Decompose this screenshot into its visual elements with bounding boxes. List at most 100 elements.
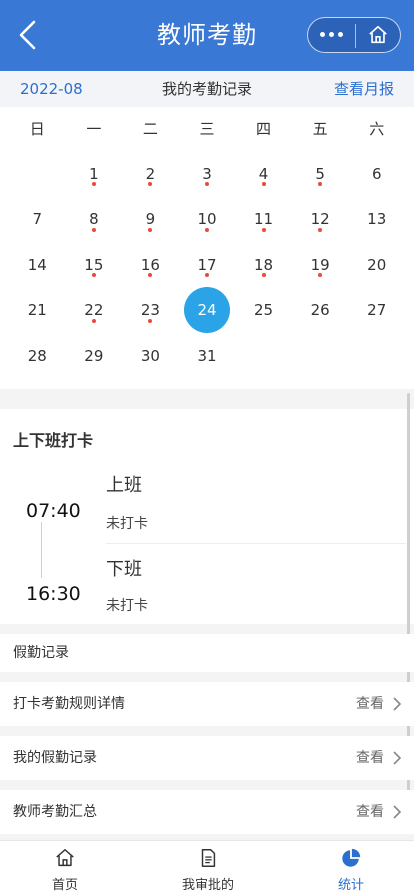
pie-chart-icon (342, 848, 361, 867)
calendar-day[interactable]: 2 (122, 151, 179, 197)
empty-day-cell (9, 151, 66, 197)
calendar-day[interactable]: 14 (9, 242, 66, 288)
calendar-day[interactable]: 8 (66, 197, 123, 243)
calendar-day[interactable]: 28 (9, 333, 66, 379)
calendar-day[interactable]: 25 (235, 288, 292, 334)
day-number: 23 (140, 301, 160, 320)
weekday-label: 五 (312, 120, 328, 138)
calendar-day[interactable]: 17 (179, 242, 236, 288)
calendar-day[interactable]: 1 (66, 151, 123, 197)
calendar-day[interactable]: 27 (348, 288, 405, 334)
calendar-day[interactable]: 7 (9, 197, 66, 243)
day-number: 30 (140, 346, 160, 365)
day-number: 25 (254, 301, 274, 320)
day-number: 28 (27, 346, 47, 365)
day-number: 21 (27, 301, 47, 320)
my-leave-records-row[interactable]: 我的假勤记录 查看 (0, 736, 414, 780)
day-number: 19 (310, 255, 330, 274)
chevron-right-icon (393, 751, 402, 765)
calendar-day[interactable]: 3 (179, 151, 236, 197)
day-number: 31 (197, 346, 217, 365)
tab-statistics[interactable]: 统计 (291, 841, 411, 896)
weekday-label: 日 (29, 120, 45, 138)
calendar-day[interactable]: 10 (179, 197, 236, 243)
calendar-day[interactable]: 4 (235, 151, 292, 197)
calendar-day[interactable]: 21 (9, 288, 66, 334)
rules-detail-row[interactable]: 打卡考勤规则详情 查看 (0, 682, 414, 726)
calendar-day[interactable]: 23 (122, 288, 179, 334)
day-number: 10 (197, 210, 217, 229)
day-number: 27 (367, 301, 387, 320)
calendar-day[interactable]: 6 (348, 151, 405, 197)
calendar-day[interactable]: 12 (292, 197, 349, 243)
day-number: 4 (258, 164, 269, 183)
day-number: 2 (145, 164, 156, 183)
clock-out-label: 下班 (106, 559, 142, 580)
day-number: 16 (140, 255, 160, 274)
day-number: 26 (310, 301, 330, 320)
calendar-day[interactable]: 19 (292, 242, 349, 288)
day-number: 5 (315, 164, 325, 183)
calendar-days-grid: 1 2 3 4 5 6 7 8 9 10 11 12 13 14 15 16 17 18 19 20 21 22 23 24 2… (9, 151, 405, 379)
document-icon (201, 849, 216, 867)
home-icon (369, 25, 387, 43)
calendar-day[interactable]: 31 (179, 333, 236, 379)
calendar-day[interactable]: 20 (348, 242, 405, 288)
section-title: 假勤记录 (13, 645, 69, 661)
calendar-day[interactable]: 11 (235, 197, 292, 243)
clock-in-status: 未打卡 (106, 516, 148, 532)
calendar-day[interactable]: 13 (348, 197, 405, 243)
calendar-day[interactable]: 9 (122, 197, 179, 243)
day-number: 6 (371, 164, 382, 183)
tab-home[interactable]: 首页 (5, 841, 125, 896)
calendar-day[interactable]: 26 (292, 288, 349, 334)
calendar: 2022-08 我的考勤记录 查看月报 日一二三四五六 1 2 3 4 5 6 7 8 9 10 1… (0, 71, 414, 389)
calendar-header: 2022-08 我的考勤记录 查看月报 (0, 71, 414, 107)
weekday-label: 六 (369, 120, 385, 138)
view-monthly-report-link[interactable]: 查看月报 (334, 71, 394, 107)
day-number: 14 (27, 255, 47, 274)
leave-records-header: 假勤记录 (0, 634, 414, 672)
day-number: 15 (84, 255, 104, 274)
app-header: 教师考勤 (0, 0, 414, 71)
calendar-day[interactable]: 5 (292, 151, 349, 197)
weekday-header: 日一二三四五六 (9, 107, 405, 151)
day-number: 7 (32, 210, 43, 229)
more-button[interactable] (308, 18, 355, 51)
day-number: 3 (202, 164, 212, 183)
chevron-right-icon (393, 697, 402, 711)
calendar-day[interactable]: 15 (66, 242, 123, 288)
day-number: 12 (310, 210, 330, 229)
bottom-tab-bar: 首页 我审批的 统计 (0, 840, 414, 896)
miniapp-capsule (307, 17, 401, 53)
day-number: 18 (254, 255, 274, 274)
calendar-day[interactable]: 30 (122, 333, 179, 379)
teacher-attendance-summary-row[interactable]: 教师考勤汇总 查看 (0, 790, 414, 834)
day-number: 29 (84, 346, 104, 365)
day-number: 24 (197, 301, 217, 320)
weekday-label: 四 (256, 120, 272, 138)
clock-out-status: 未打卡 (106, 598, 148, 614)
clock-in-time: 07:40 (26, 500, 81, 522)
day-number: 1 (89, 164, 99, 183)
day-number: 22 (84, 301, 104, 320)
more-dots-icon (320, 32, 325, 37)
timeline-connector (41, 522, 42, 578)
punch-section-title: 上下班打卡 (13, 431, 94, 450)
calendar-day[interactable]: 22 (66, 288, 123, 334)
calendar-day[interactable]: 18 (235, 242, 292, 288)
day-number: 20 (367, 255, 387, 274)
calendar-day[interactable]: 16 (122, 242, 179, 288)
day-number: 8 (89, 210, 99, 229)
punch-card: 上下班打卡 07:40 16:30 上班 未打卡 下班 未打卡 (0, 409, 414, 624)
home-button[interactable] (356, 18, 400, 51)
home-icon (56, 849, 74, 867)
calendar-day-selected[interactable]: 24 (179, 287, 236, 334)
weekday-label: 三 (199, 120, 215, 138)
weekday-label: 二 (142, 120, 158, 138)
clock-in-label: 上班 (106, 475, 142, 496)
calendar-day[interactable]: 29 (66, 333, 123, 379)
tab-my-approvals[interactable]: 我审批的 (148, 841, 268, 896)
day-number: 9 (145, 210, 156, 229)
day-number: 17 (197, 255, 217, 274)
